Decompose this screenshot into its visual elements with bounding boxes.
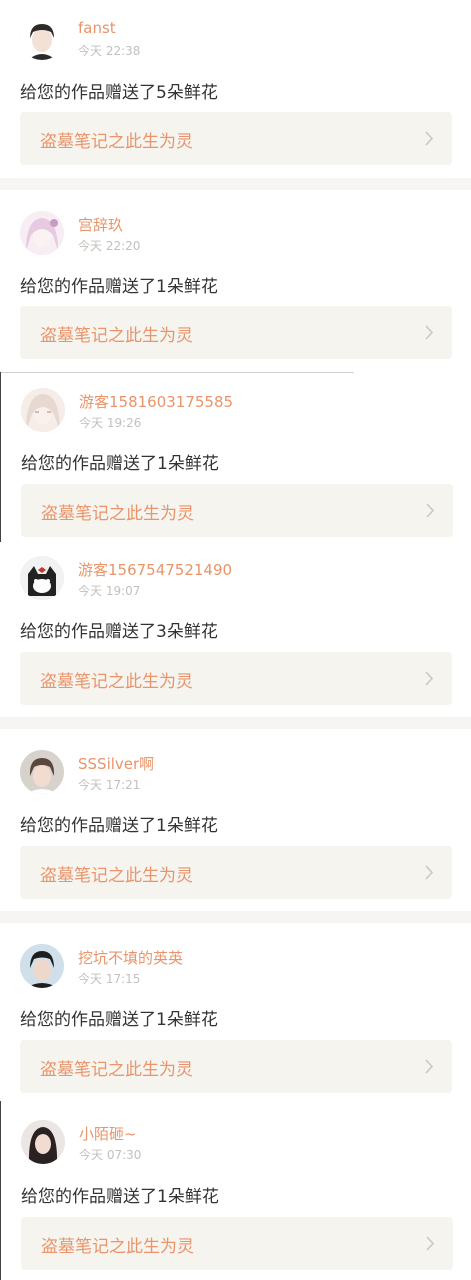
timestamp: 今天 17:21 xyxy=(78,778,141,792)
username[interactable]: fanst xyxy=(78,19,116,37)
chevron-right-icon xyxy=(425,671,434,686)
username[interactable]: 挖坑不填的英英 xyxy=(78,947,183,968)
user-row: 挖坑不填的英英 今天 17:15 xyxy=(20,944,450,990)
timestamp: 今天 07:30 xyxy=(79,1148,142,1162)
gift-message: 给您的作品赠送了1朵鲜花 xyxy=(21,1187,219,1207)
work-link[interactable]: 盗墓笔记之此生为灵 xyxy=(20,306,452,359)
chevron-right-icon xyxy=(425,131,434,146)
notification-card: SSSilver啊 今天 17:21 给您的作品赠送了1朵鲜花 盗墓笔记之此生为… xyxy=(0,729,471,911)
avatar[interactable] xyxy=(20,211,64,255)
gift-message: 给您的作品赠送了5朵鲜花 xyxy=(20,83,218,103)
notification-card: 小陌砸~ 今天 07:30 给您的作品赠送了1朵鲜花 盗墓笔记之此生为灵 xyxy=(1,1101,471,1280)
work-link[interactable]: 盗墓笔记之此生为灵 xyxy=(20,652,452,705)
gift-message: 给您的作品赠送了1朵鲜花 xyxy=(20,277,218,297)
notification-card: 游客1581603175585 今天 19:26 给您的作品赠送了1朵鲜花 盗墓… xyxy=(1,373,471,543)
timestamp: 今天 22:20 xyxy=(78,239,141,253)
timestamp: 今天 19:26 xyxy=(79,416,142,430)
work-link[interactable]: 盗墓笔记之此生为灵 xyxy=(21,1217,453,1270)
avatar[interactable] xyxy=(21,1120,65,1164)
work-title: 盗墓笔记之此生为灵 xyxy=(41,504,194,524)
work-link[interactable]: 盗墓笔记之此生为灵 xyxy=(20,1040,452,1093)
work-title: 盗墓笔记之此生为灵 xyxy=(40,1060,193,1080)
user-row: 宫辞玖 今天 22:20 xyxy=(20,211,450,257)
user-row: 游客1567547521490 今天 19:07 xyxy=(20,556,450,602)
user-row: 游客1581603175585 今天 19:26 xyxy=(21,388,451,434)
work-title: 盗墓笔记之此生为灵 xyxy=(40,326,193,346)
avatar-anime-white-hair-icon xyxy=(21,388,65,432)
username[interactable]: 宫辞玖 xyxy=(78,214,123,235)
avatar[interactable] xyxy=(20,750,64,794)
avatar-boy-black-hair-icon xyxy=(20,944,64,988)
separator xyxy=(0,178,471,190)
avatar-boy-brown-hair-icon xyxy=(20,750,64,794)
username[interactable]: SSSilver啊 xyxy=(78,753,154,774)
avatar[interactable] xyxy=(20,16,64,60)
avatar-anime-pink-hair-icon xyxy=(20,211,64,255)
timestamp: 今天 19:07 xyxy=(78,584,141,598)
avatar-boy-dark-hair-icon xyxy=(20,16,64,60)
work-link[interactable]: 盗墓笔记之此生为灵 xyxy=(20,846,452,899)
avatar[interactable] xyxy=(20,944,64,988)
gift-message: 给您的作品赠送了3朵鲜花 xyxy=(20,622,218,642)
gift-message: 给您的作品赠送了1朵鲜花 xyxy=(20,816,218,836)
chevron-right-icon xyxy=(425,325,434,340)
user-row: fanst 今天 22:38 xyxy=(20,16,450,62)
notification-card: 游客1567547521490 今天 19:07 给您的作品赠送了3朵鲜花 盗墓… xyxy=(0,543,471,717)
avatar[interactable] xyxy=(20,556,64,600)
timestamp: 今天 22:38 xyxy=(78,44,141,58)
work-title: 盗墓笔记之此生为灵 xyxy=(40,132,193,152)
chevron-right-icon xyxy=(426,1236,435,1251)
gift-message: 给您的作品赠送了1朵鲜花 xyxy=(20,1010,218,1030)
avatar[interactable] xyxy=(21,388,65,432)
username[interactable]: 游客1567547521490 xyxy=(78,559,232,580)
username[interactable]: 小陌砸~ xyxy=(79,1123,137,1144)
work-title: 盗墓笔记之此生为灵 xyxy=(40,672,193,692)
avatar-girl-dark-hair-icon xyxy=(21,1120,65,1164)
chevron-right-icon xyxy=(425,1059,434,1074)
gift-message: 给您的作品赠送了1朵鲜花 xyxy=(21,454,219,474)
work-link[interactable]: 盗墓笔记之此生为灵 xyxy=(20,112,452,165)
notification-feed: fanst 今天 22:38 给您的作品赠送了5朵鲜花 盗墓笔记之此生为灵 宫辞… xyxy=(0,0,471,1280)
work-link[interactable]: 盗墓笔记之此生为灵 xyxy=(21,484,453,537)
avatar-cartoon-cat-icon xyxy=(20,556,64,600)
notification-card: fanst 今天 22:38 给您的作品赠送了5朵鲜花 盗墓笔记之此生为灵 xyxy=(0,0,471,178)
separator xyxy=(0,717,471,729)
work-title: 盗墓笔记之此生为灵 xyxy=(40,866,193,886)
notification-card: 挖坑不填的英英 今天 17:15 给您的作品赠送了1朵鲜花 盗墓笔记之此生为灵 xyxy=(0,923,471,1101)
chevron-right-icon xyxy=(426,503,435,518)
separator xyxy=(0,911,471,923)
user-row: 小陌砸~ 今天 07:30 xyxy=(21,1120,451,1166)
timestamp: 今天 17:15 xyxy=(78,972,141,986)
work-title: 盗墓笔记之此生为灵 xyxy=(41,1237,194,1257)
notification-card: 宫辞玖 今天 22:20 给您的作品赠送了1朵鲜花 盗墓笔记之此生为灵 xyxy=(0,190,471,370)
chevron-right-icon xyxy=(425,865,434,880)
user-row: SSSilver啊 今天 17:21 xyxy=(20,750,450,796)
username[interactable]: 游客1581603175585 xyxy=(79,391,233,412)
